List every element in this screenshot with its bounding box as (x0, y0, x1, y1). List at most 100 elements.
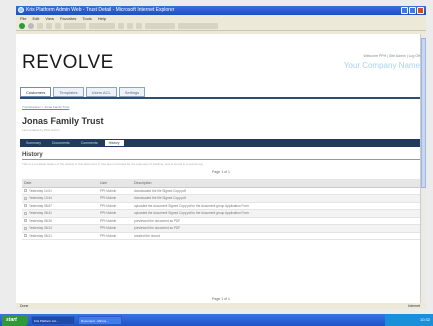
section-title: History (22, 152, 43, 158)
description-cell: previewed the document as PDF (132, 217, 420, 225)
tab-customers[interactable]: Customers (20, 87, 52, 97)
security-zone: Internet (408, 304, 420, 308)
date-text: Yesterday 14:01 (29, 188, 52, 193)
taskbar-item-browser[interactable]: Kris Platform Ad... (31, 315, 75, 325)
section-divider (22, 159, 420, 160)
browser-title-bar: Kris Platform Admin Web - Trust Detail -… (16, 6, 426, 15)
date-text: Yesterday 08:26 (29, 218, 52, 223)
pager-top: Page 1 of 1 (212, 170, 230, 174)
date-cell: Yesterday 08:26 (22, 217, 98, 225)
favorites-button[interactable] (89, 23, 115, 29)
tab-templates[interactable]: Templates (53, 87, 84, 97)
date-cell: Yesterday 08:21 (22, 232, 98, 240)
desktop: Kris Platform Admin Web - Trust Detail -… (0, 0, 433, 326)
column-header-description[interactable]: Description (132, 179, 420, 188)
tab-history[interactable]: History (104, 140, 124, 146)
nav-divider (20, 97, 422, 99)
date-cell: Yesterday 13:44 (22, 194, 98, 203)
company-name: Your Company Name (343, 61, 420, 70)
checkbox-icon[interactable] (24, 196, 27, 200)
checkbox-icon[interactable] (24, 211, 27, 215)
tab-summary[interactable]: Summary (22, 140, 45, 146)
user-cell: PPH Admin (98, 187, 132, 195)
browser-title: Kris Platform Admin Web - Trust Detail -… (26, 7, 175, 13)
user-cell: PPH Admin (98, 202, 132, 210)
web-page: REVOLVE Welcome PPH | Site Admin | Log O… (16, 34, 426, 303)
page-subtitle: Last updated by PPH Admin (22, 128, 60, 132)
user-cell: PPH Admin (98, 209, 132, 218)
menu-view[interactable]: View (45, 15, 54, 22)
maximize-button[interactable] (409, 7, 416, 14)
description-cell: downloaded the file Signed Copy.pdf (132, 194, 420, 203)
taskbar-item-document[interactable]: Document - Micros... (78, 315, 122, 325)
back-button[interactable] (19, 23, 25, 29)
section-description: This is a complete history of the activi… (22, 162, 204, 166)
start-button[interactable]: start (2, 314, 28, 326)
record-subnav: Summary Documents Comments History (20, 139, 422, 147)
table-row: Yesterday 08:41 PPH Admin uploaded the d… (22, 209, 420, 218)
scrollbar-thumb[interactable] (421, 38, 426, 188)
description-cell: created the record (132, 232, 420, 240)
table-row: Yesterday 08:26 PPH Admin previewed the … (22, 217, 420, 225)
forward-button[interactable] (28, 23, 34, 29)
checkbox-icon[interactable] (24, 234, 27, 238)
menu-file[interactable]: File (20, 15, 26, 22)
window-controls (401, 7, 424, 14)
minimize-button[interactable] (401, 7, 408, 14)
menu-tools[interactable]: Tools (82, 15, 91, 22)
tab-users-acl[interactable]: Users ACL (85, 87, 117, 97)
date-text: Yesterday 08:24 (29, 226, 52, 231)
breadcrumb[interactable]: Trust Explorer > Jonas Family Trust (22, 105, 69, 109)
checkbox-icon[interactable] (24, 219, 27, 223)
date-text: Yesterday 08:21 (29, 233, 52, 238)
table-header-row: Date User Description (22, 179, 420, 188)
table-row: Yesterday 08:24 PPH Admin previewed the … (22, 224, 420, 233)
date-text: Yesterday 08:57 (29, 203, 52, 208)
tab-documents[interactable]: Documents (48, 140, 74, 146)
column-header-user[interactable]: User (98, 179, 132, 188)
description-cell: downloaded the file Signed Copy.pdf (132, 187, 420, 195)
description-cell: uploaded the document Signed Copy.pdf to… (132, 209, 420, 218)
links-button[interactable] (145, 23, 175, 29)
date-text: Yesterday 08:41 (29, 211, 52, 216)
column-header-date[interactable]: Date (22, 179, 98, 188)
browser-status-bar: Done Internet (16, 303, 426, 309)
windows-taskbar: start Kris Platform Ad... Document - Mic… (0, 314, 433, 326)
clock: 10:32 (419, 317, 430, 322)
ie-logo-icon (18, 7, 24, 13)
header-user-area: Welcome PPH | Site Admin | Log Off Your … (344, 54, 420, 70)
user-cell: PPH Admin (98, 224, 132, 233)
home-button[interactable] (55, 23, 61, 29)
refresh-button[interactable] (46, 23, 52, 29)
user-cell: PPH Admin (98, 232, 132, 240)
tab-settings[interactable]: Settings (118, 87, 146, 97)
stop-button[interactable] (37, 23, 43, 29)
menu-edit[interactable]: Edit (32, 15, 39, 22)
vertical-scrollbar[interactable] (420, 34, 426, 303)
close-button[interactable] (417, 7, 424, 14)
table-row: Yesterday 14:01 PPH Admin downloaded the… (22, 187, 420, 195)
date-cell: Yesterday 08:24 (22, 224, 98, 233)
history-button[interactable] (118, 23, 124, 29)
browser-menu-bar: File Edit View Favorites Tools Help (16, 15, 426, 22)
description-cell: uploaded the document Signed Copy.pdf to… (132, 202, 420, 210)
table-row: Yesterday 08:57 PPH Admin uploaded the d… (22, 202, 420, 210)
table-row: Yesterday 08:21 PPH Admin created the re… (22, 232, 420, 240)
revolve-logo: REVOLVE (22, 52, 114, 73)
menu-favorites[interactable]: Favorites (60, 15, 76, 22)
checkbox-icon[interactable] (24, 226, 27, 230)
welcome-links[interactable]: Welcome PPH | Site Admin | Log Off (344, 54, 420, 58)
menu-help[interactable]: Help (98, 15, 106, 22)
search-button[interactable] (64, 23, 86, 29)
checkbox-icon[interactable] (24, 189, 27, 193)
browser-toolbar (16, 22, 426, 31)
page-title: Jonas Family Trust (22, 116, 104, 126)
tab-comments[interactable]: Comments (77, 140, 102, 146)
table-row: Yesterday 13:44 PPH Admin downloaded the… (22, 194, 420, 203)
status-text: Done (20, 304, 29, 308)
mail-button[interactable] (127, 23, 133, 29)
checkbox-icon[interactable] (24, 204, 27, 208)
print-button[interactable] (136, 23, 142, 29)
links-button-2[interactable] (178, 23, 218, 29)
pager-bottom: Page 1 of 1 (212, 297, 230, 301)
